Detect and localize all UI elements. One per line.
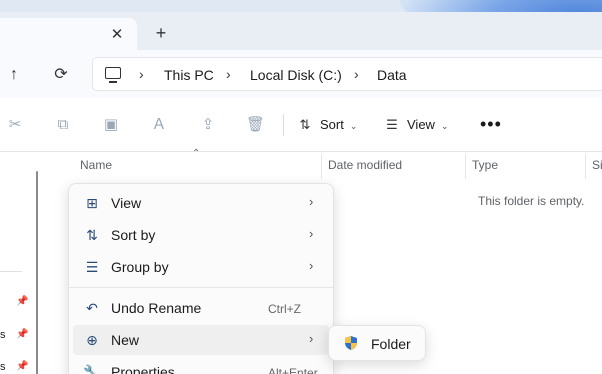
computer-icon	[105, 67, 121, 83]
wrench-icon: 🔧	[83, 364, 101, 374]
pin-icon: 📌	[16, 361, 29, 372]
menu-item-properties[interactable]: 🔧 Properties Alt+Enter	[73, 357, 329, 374]
new-tab-button[interactable]: +	[150, 22, 172, 44]
cut-icon[interactable]: ✂	[6, 116, 24, 134]
copy-icon[interactable]: ⧉	[54, 116, 72, 134]
column-header-name[interactable]: Name	[80, 158, 112, 172]
column-divider[interactable]	[321, 153, 322, 179]
menu-item-view[interactable]: ⊞ View ›	[73, 188, 329, 218]
command-bar: ✂ ⧉ ▣ Ａ ⇪ 🗑 ⇅ Sort ⌄ ☰ View ⌄ •••	[0, 98, 602, 152]
chevron-right-icon: ›	[309, 194, 314, 209]
new-icon: ⊕	[86, 332, 98, 348]
toolbar-divider	[283, 114, 284, 136]
breadcrumb-local-disk[interactable]: Local Disk (C:)	[250, 67, 342, 83]
wallpaper-swirl	[400, 0, 602, 12]
grid-icon: ⊞	[86, 195, 98, 211]
navigation-pane: 📌 s 📌 s 📌	[0, 153, 46, 374]
view-label: View	[407, 117, 435, 132]
column-header-type[interactable]: Type	[472, 158, 498, 172]
paste-icon[interactable]: ▣	[102, 116, 120, 134]
menu-item-group-by[interactable]: ☰ Group by ›	[73, 252, 329, 282]
nav-pane-divider	[0, 271, 22, 272]
rename-icon[interactable]: Ａ	[150, 116, 168, 134]
delete-icon[interactable]: 🗑	[246, 116, 265, 134]
column-header-date-modified[interactable]: Date modified	[328, 158, 402, 172]
submenu-item-folder[interactable]: Folder	[371, 336, 411, 352]
column-divider[interactable]	[585, 153, 586, 179]
menu-item-label: New	[111, 332, 140, 348]
breadcrumb-data[interactable]: Data	[377, 67, 407, 83]
share-icon[interactable]: ⇪	[199, 116, 217, 134]
breadcrumb-separator-icon[interactable]: ›	[139, 66, 144, 82]
chevron-right-icon: ›	[309, 258, 314, 273]
sort-label: Sort	[320, 117, 344, 132]
sort-button[interactable]: ⇅ Sort ⌄	[296, 115, 358, 135]
new-submenu: Folder	[328, 325, 426, 361]
nav-pane-item[interactable]: s	[0, 329, 6, 341]
context-menu: ⊞ View › ⇅ Sort by › ☰ Group by › ↶ Undo…	[68, 183, 334, 374]
desktop-background	[0, 0, 602, 12]
sort-icon: ⇅	[86, 227, 98, 243]
tab-bar: ✕ +	[0, 12, 602, 50]
sort-icon: ⇅	[299, 117, 311, 132]
view-button[interactable]: ☰ View ⌄	[383, 115, 449, 135]
menu-item-undo-rename[interactable]: ↶ Undo Rename Ctrl+Z	[73, 293, 329, 323]
menu-item-label: Undo Rename	[111, 300, 202, 316]
close-tab-icon[interactable]: ✕	[108, 26, 126, 44]
menu-item-label: Group by	[111, 259, 169, 275]
up-arrow-icon[interactable]: ↑	[3, 64, 25, 86]
shortcut-hint: Ctrl+Z	[268, 302, 301, 316]
breadcrumb-this-pc[interactable]: This PC	[164, 67, 214, 83]
undo-icon: ↶	[86, 300, 98, 316]
chevron-down-icon: ⌄	[349, 121, 358, 131]
more-options-button[interactable]: •••	[480, 114, 502, 134]
address-bar[interactable]: › This PC › Local Disk (C:) › Data	[92, 57, 602, 91]
menu-item-label: View	[111, 195, 142, 211]
group-icon: ☰	[85, 259, 99, 275]
menu-separator	[69, 287, 333, 288]
sort-caret-icon: ⌃	[192, 148, 201, 159]
breadcrumb-separator-icon[interactable]: ›	[226, 66, 231, 82]
view-lines-icon: ☰	[386, 117, 398, 132]
menu-item-label: Sort by	[111, 227, 156, 243]
menu-item-sort-by[interactable]: ⇅ Sort by ›	[73, 220, 329, 250]
nav-pane-item[interactable]: s	[0, 361, 6, 373]
pin-icon: 📌	[16, 329, 29, 340]
column-divider[interactable]	[465, 153, 466, 179]
breadcrumb-separator-icon[interactable]: ›	[354, 66, 359, 82]
tab-active[interactable]: ✕	[0, 18, 137, 50]
column-header-size[interactable]: Si	[592, 158, 602, 172]
navigation-bar: ↑ ⟳ › This PC › Local Disk (C:) › Data	[0, 50, 602, 98]
shield-folder-icon	[345, 336, 357, 350]
menu-item-label: Properties	[111, 364, 175, 374]
chevron-down-icon: ⌄	[440, 121, 449, 131]
menu-item-new[interactable]: ⊕ New ›	[73, 325, 329, 355]
empty-folder-message: This folder is empty.	[478, 194, 585, 208]
pin-icon: 📌	[16, 296, 29, 307]
chevron-right-icon: ›	[309, 331, 314, 346]
shortcut-hint: Alt+Enter	[268, 366, 318, 374]
chevron-right-icon: ›	[309, 226, 314, 241]
refresh-icon[interactable]: ⟳	[50, 64, 72, 86]
nav-pane-scrollbar[interactable]	[36, 171, 38, 374]
